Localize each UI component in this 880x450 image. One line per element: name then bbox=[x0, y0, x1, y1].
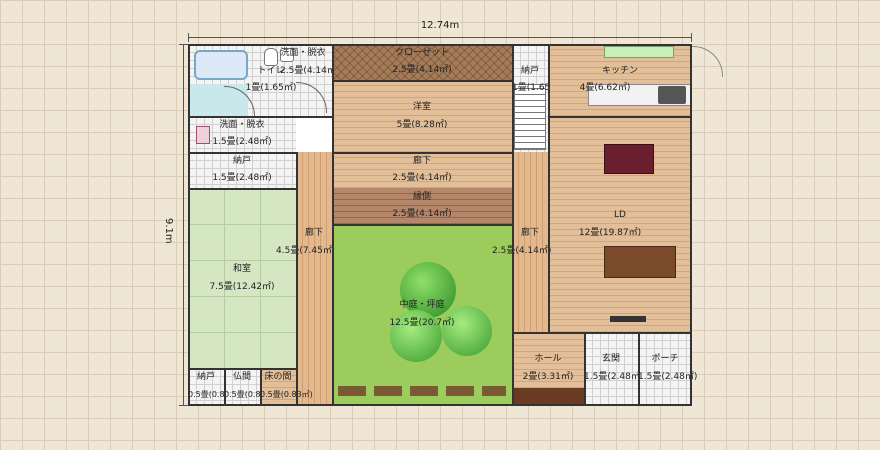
bathroom bbox=[188, 44, 260, 117]
room-closet: クローゼット 2.5畳(4.14㎡) bbox=[332, 44, 512, 80]
wall-interior bbox=[638, 332, 640, 406]
room-nando-left: 納戸 1.5畳(2.48㎡) bbox=[188, 152, 296, 188]
tree-icon bbox=[442, 306, 492, 356]
room-engawa: 縁側 2.5畳(4.14㎡) bbox=[332, 188, 512, 224]
door-swing-icon bbox=[692, 46, 723, 77]
room-size: 0.5畳(0.83㎡) bbox=[260, 390, 313, 399]
room-name: 縁側 bbox=[412, 192, 431, 202]
wall-interior bbox=[188, 368, 296, 370]
room-nando-bottom: 納戸 0.5畳(0.83㎡) bbox=[188, 368, 241, 406]
room-name: 廊下 bbox=[520, 228, 539, 238]
wall-interior bbox=[332, 152, 512, 154]
room-size: 0.5畳(0.83㎡) bbox=[188, 390, 241, 399]
room-size: 4.5畳(7.45㎡) bbox=[276, 246, 336, 256]
flowerbed-row bbox=[338, 386, 506, 396]
room-name: 洋室 bbox=[412, 102, 431, 112]
room-size: 1.5畳(2.48㎡) bbox=[638, 372, 698, 382]
room-name: 中庭・坪庭 bbox=[399, 300, 445, 310]
wall-interior bbox=[260, 368, 262, 406]
wall-top bbox=[188, 44, 692, 46]
room-name: 仏間 bbox=[232, 372, 251, 382]
room-name: 廊下 bbox=[304, 228, 323, 238]
room-size: 7.5畳(12.42㎡) bbox=[209, 282, 275, 292]
wall-interior bbox=[188, 188, 296, 190]
wall-interior bbox=[584, 332, 586, 406]
width-dimension-label: 12.74m bbox=[420, 20, 460, 31]
wall-interior bbox=[296, 152, 298, 406]
room-size: 2畳(3.31㎡) bbox=[522, 372, 574, 382]
room-name: ホール bbox=[534, 354, 562, 364]
room-yoshitsu: 洋室 5畳(8.28㎡) bbox=[332, 80, 512, 152]
wall-left bbox=[188, 44, 190, 406]
room-name: 納戸 bbox=[196, 372, 215, 382]
room-hall: ホール 2畳(3.31㎡) bbox=[512, 332, 584, 406]
room-kitchen: キッチン 4畳(6.62㎡) bbox=[548, 44, 692, 116]
room-senmen1: 洗面・脱衣 トイレ 2.5畳(4.14㎡) 1畳(1.65㎡) bbox=[246, 44, 340, 116]
wall-interior bbox=[512, 44, 514, 406]
width-dimension-line bbox=[188, 37, 692, 38]
height-dimension-line bbox=[183, 44, 184, 406]
room-washitsu: 和室 7.5畳(12.42㎡) bbox=[188, 188, 296, 368]
tv-icon bbox=[610, 316, 646, 322]
wall-bottom bbox=[188, 404, 692, 406]
wall-interior bbox=[188, 152, 296, 154]
room-name: 玄関 bbox=[601, 354, 620, 364]
width-dimension-tick-left bbox=[188, 33, 189, 42]
room-name: 洗面・脱衣 bbox=[280, 48, 326, 58]
wall-interior bbox=[188, 116, 332, 118]
height-dimension-label: 9.1m bbox=[163, 218, 174, 244]
room-size: 2.5畳(4.14㎡) bbox=[280, 66, 340, 76]
width-dimension-tick-right bbox=[691, 33, 692, 42]
room-name: 納戸 bbox=[520, 66, 539, 76]
room-size: 0.5畳(0.83㎡) bbox=[224, 390, 277, 399]
counter-icon bbox=[604, 46, 674, 58]
floor-plan: 洗面・脱衣 トイレ 2.5畳(4.14㎡) 1畳(1.65㎡) クローゼット 2… bbox=[188, 44, 698, 406]
sofa-icon bbox=[604, 246, 676, 278]
wall-interior bbox=[548, 44, 550, 332]
room-size: 1.5畳(2.48㎡) bbox=[212, 137, 272, 147]
room-name: 床の間 bbox=[264, 372, 292, 382]
room-name: 廊下 bbox=[412, 156, 431, 166]
room-name: LD bbox=[614, 210, 626, 220]
room-size: 2.5畳(4.14㎡) bbox=[392, 65, 452, 75]
room-ld: LD 12畳(19.87㎡) bbox=[548, 116, 692, 332]
height-dimension-tick-bottom bbox=[179, 405, 188, 406]
room-nakaniwa: 中庭・坪庭 12.5畳(20.7㎡) bbox=[332, 224, 512, 406]
room-size: 2.5畳(4.14㎡) bbox=[392, 173, 452, 183]
wall-interior bbox=[548, 116, 692, 118]
wall-right bbox=[690, 44, 692, 406]
tatami-lines bbox=[188, 188, 296, 368]
room-name: 和室 bbox=[232, 264, 251, 274]
room-size: 12.5畳(20.7㎡) bbox=[389, 318, 455, 328]
room-nando-top: 納戸 1畳(1.65㎡) bbox=[512, 44, 563, 152]
height-dimension-tick-top bbox=[179, 44, 188, 45]
room-size: 1.5畳(2.48㎡) bbox=[584, 372, 644, 382]
room-name: ポーチ bbox=[651, 354, 679, 364]
room-rouka-mid: 廊下 2.5畳(4.14㎡) bbox=[332, 152, 512, 188]
wall-interior bbox=[332, 80, 512, 82]
room-tokonoma: 床の間 0.5畳(0.83㎡) bbox=[260, 368, 313, 406]
room-senmen2: 洗面・脱衣 1.5畳(2.48㎡) bbox=[188, 116, 296, 152]
room-size: 2.5畳(4.14㎡) bbox=[492, 246, 552, 256]
room-size: 4畳(6.62㎡) bbox=[579, 83, 631, 93]
room-name: クローゼット bbox=[394, 48, 449, 58]
room-size: 2.5畳(4.14㎡) bbox=[392, 209, 452, 219]
wall-interior bbox=[512, 332, 692, 334]
room-porch: ポーチ 1.5畳(2.48㎡) bbox=[638, 332, 698, 406]
wall-interior bbox=[332, 224, 512, 226]
room-genkan: 玄関 1.5畳(2.48㎡) bbox=[584, 332, 644, 406]
wall-interior bbox=[224, 368, 226, 406]
room-butsuma: 仏間 0.5畳(0.83㎡) bbox=[224, 368, 277, 406]
room-rouka-left: 廊下 4.5畳(7.45㎡) bbox=[276, 152, 335, 406]
room-size: 12畳(19.87㎡) bbox=[578, 228, 642, 238]
room-rouka-right: 廊下 2.5畳(4.14㎡) bbox=[492, 152, 551, 332]
dining-table-icon bbox=[604, 144, 654, 174]
room-name: 洗面・脱衣 bbox=[219, 120, 265, 130]
room-name: キッチン bbox=[601, 66, 638, 76]
room-name: 納戸 bbox=[232, 156, 251, 166]
room-size: 1.5畳(2.48㎡) bbox=[212, 173, 272, 183]
room-size: 5畳(8.28㎡) bbox=[396, 120, 448, 130]
